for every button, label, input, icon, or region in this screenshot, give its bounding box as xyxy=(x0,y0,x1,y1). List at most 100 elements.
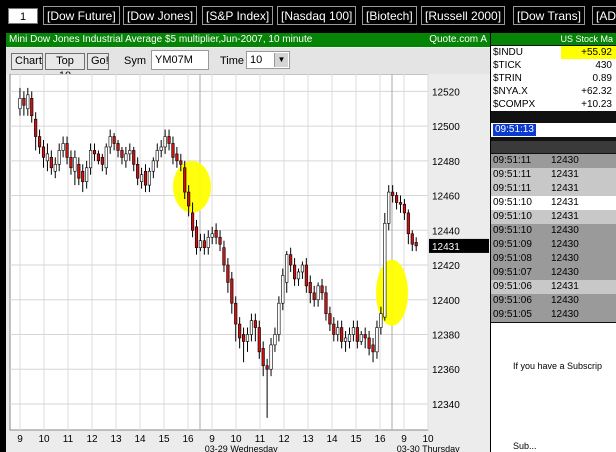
last-price-label: 12431 xyxy=(432,242,460,253)
index-value: +10.23 xyxy=(581,99,612,110)
candle-body xyxy=(214,229,218,238)
dow-trans-button[interactable]: [Dow Trans] xyxy=(513,6,586,25)
index-name: $TICK xyxy=(493,60,522,71)
candle-body xyxy=(242,334,246,342)
index-name: $INDU xyxy=(493,47,524,58)
candle-body xyxy=(289,254,293,266)
index-value: +55.92 xyxy=(561,46,616,59)
russell-2000-button[interactable]: [Russell 2000] xyxy=(421,6,506,25)
clock-time: 09:51:13 xyxy=(493,124,536,136)
candle-body xyxy=(187,191,191,207)
candle-body xyxy=(230,278,234,304)
index-row[interactable]: $TRIN 0.89 xyxy=(491,72,616,85)
tick-time: 09:51:11 xyxy=(493,183,532,194)
candle-body xyxy=(351,327,355,335)
tick-price: 12430 xyxy=(551,267,579,278)
y-tick-label: 12440 xyxy=(432,226,460,237)
tick-price: 12430 xyxy=(551,309,579,320)
candle-body xyxy=(273,334,277,346)
x-tick-label: 10 xyxy=(38,434,50,445)
ticks-header xyxy=(491,141,616,153)
x-tick-label: 16 xyxy=(182,434,194,445)
index-name: $COMPX xyxy=(493,99,536,110)
candle-body xyxy=(261,348,265,367)
index-row[interactable]: $COMPX +10.23 xyxy=(491,98,616,111)
nasdaq-100-button[interactable]: [Nasdaq 100] xyxy=(277,6,357,25)
y-tick-label: 12520 xyxy=(432,87,460,98)
candle-body xyxy=(312,292,316,301)
tick-price: 12431 xyxy=(551,211,579,222)
candle-body xyxy=(355,327,359,342)
tick-row: 09:51:07 12430 xyxy=(491,266,616,280)
x-tick-label: 15 xyxy=(158,434,170,445)
candle-body xyxy=(265,365,269,370)
tick-row: 09:51:06 12431 xyxy=(491,280,616,294)
tick-row: 09:51:10 12431 xyxy=(491,196,616,210)
candle-body xyxy=(238,323,242,339)
tick-row: 09:51:11 12431 xyxy=(491,182,616,196)
candle-body xyxy=(257,327,261,353)
candle-body xyxy=(171,143,175,158)
highlight-marker xyxy=(173,160,211,213)
subscription-text: If you have a Subscrip xyxy=(513,361,603,371)
candle-body xyxy=(379,313,383,328)
candle-body xyxy=(151,160,155,172)
tick-time: 09:51:08 xyxy=(493,253,532,264)
index-row[interactable]: $INDU +55.92 xyxy=(491,46,616,59)
candle-body xyxy=(108,136,112,148)
candle-body xyxy=(414,242,418,247)
index-value: +62.32 xyxy=(581,86,612,97)
candle-body xyxy=(281,275,285,304)
sym-label: Sym xyxy=(124,55,146,67)
symbol-input[interactable]: YM07M xyxy=(151,50,209,70)
candle-body xyxy=(89,150,93,169)
candle-body xyxy=(234,302,238,325)
top10-button[interactable]: Top 10 xyxy=(45,53,85,82)
candle-body xyxy=(69,157,73,169)
x-date-label: 03-29 Wednesday xyxy=(205,444,278,452)
dow-jones-button[interactable]: [Dow Jones] xyxy=(123,6,198,25)
tick-price: 12430 xyxy=(551,295,579,306)
market-panel-header: US Stock Ma xyxy=(491,33,616,45)
candle-body xyxy=(45,153,49,162)
candle-body xyxy=(167,136,171,144)
y-tick-label: 12500 xyxy=(432,122,460,133)
y-tick-label: 12340 xyxy=(432,400,460,411)
candle-body xyxy=(26,94,30,110)
candle-body xyxy=(147,170,151,186)
go-button[interactable]: Go! xyxy=(87,53,109,70)
index-row[interactable]: $NYA.X +62.32 xyxy=(491,85,616,98)
tick-price: 12431 xyxy=(551,183,579,194)
chart-button[interactable]: Chart xyxy=(11,53,43,70)
sp-index-button[interactable]: [S&P Index] xyxy=(202,6,274,25)
candle-body xyxy=(402,203,406,214)
tick-row: 09:51:06 12430 xyxy=(491,294,616,308)
candle-body xyxy=(65,143,69,158)
dow-future-button[interactable]: [Dow Future] xyxy=(43,6,120,25)
candlestick-chart: 12520 12500 12480 12460 12440 12420 12400 12380… xyxy=(9,74,489,452)
candle-body xyxy=(285,254,289,283)
chart-title-bar: Mini Dow Jones Industrial Average $5 mul… xyxy=(6,33,490,47)
tick-time: 09:51:10 xyxy=(493,211,532,222)
tick-row: 09:51:08 12430 xyxy=(491,252,616,266)
candle-body xyxy=(367,337,371,349)
candle-body xyxy=(410,233,414,245)
candle-body xyxy=(57,150,61,165)
index-row[interactable]: $TICK 430 xyxy=(491,59,616,72)
biotech-button[interactable]: [Biotech] xyxy=(362,6,417,25)
candle-body xyxy=(22,98,26,106)
time-select[interactable]: 10 ▼ xyxy=(246,51,290,69)
top-toolbar: 1 [Dow Future] [Dow Jones] [S&P Index] [… xyxy=(0,0,616,32)
tick-price: 12431 xyxy=(551,281,579,292)
candle-body xyxy=(38,136,42,148)
candle-body xyxy=(300,264,304,273)
page-number-field[interactable]: 1 xyxy=(8,8,38,24)
market-panel: US Stock Ma $INDU +55.92 $TICK 430 $TRIN 0.89… xyxy=(491,33,616,452)
ad-button[interactable]: [AD xyxy=(592,6,616,25)
candle-body xyxy=(30,98,34,116)
candle-body xyxy=(296,271,301,280)
candle-body xyxy=(155,150,159,162)
candle-body xyxy=(198,240,202,248)
y-tick-label: 12460 xyxy=(432,192,460,203)
chevron-down-icon[interactable]: ▼ xyxy=(274,53,288,67)
